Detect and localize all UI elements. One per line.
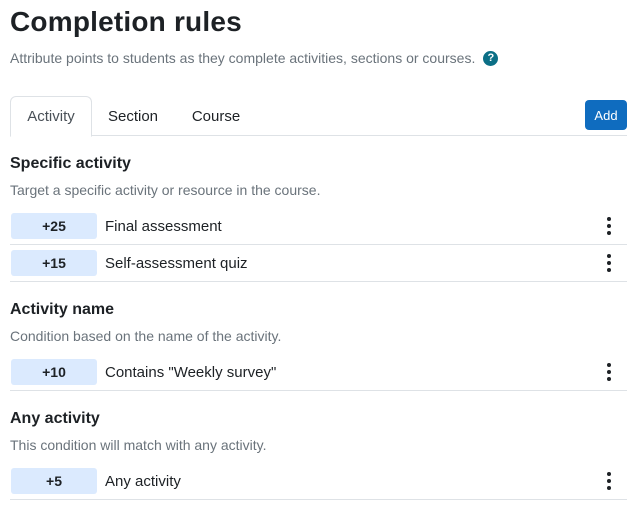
page-title: Completion rules — [10, 6, 242, 37]
rule-label: Final assessment — [105, 217, 222, 235]
kebab-menu-icon[interactable] — [605, 217, 613, 235]
rule-row-any-activity: +5 Any activity — [10, 463, 627, 500]
subtitle-text: Attribute points to students as they com… — [10, 50, 476, 66]
rule-label: Any activity — [105, 472, 181, 490]
group-title-specific-activity: Specific activity — [10, 155, 131, 172]
group-description-specific-activity: Target a specific activity or resource i… — [10, 182, 321, 198]
points-badge: +5 — [11, 468, 97, 494]
group-description-activity-name: Condition based on the name of the activ… — [10, 328, 282, 344]
rule-row-self-assessment-quiz: +15 Self-assessment quiz — [10, 245, 627, 282]
rule-label: Self-assessment quiz — [105, 254, 248, 272]
page-subtitle: Attribute points to students as they com… — [10, 50, 499, 66]
points-badge: +25 — [11, 213, 97, 239]
tab-course[interactable]: Course — [174, 96, 258, 136]
points-badge: +10 — [11, 359, 97, 385]
group-title-any-activity: Any activity — [10, 410, 100, 427]
kebab-menu-icon[interactable] — [605, 254, 613, 272]
rule-type-tabs: Activity Section Course — [10, 96, 627, 137]
add-rule-button[interactable]: Add — [585, 100, 627, 130]
points-badge: +15 — [11, 250, 97, 276]
tab-activity[interactable]: Activity — [10, 96, 92, 137]
kebab-menu-icon[interactable] — [605, 363, 613, 381]
group-title-activity-name: Activity name — [10, 301, 115, 318]
question-circle-icon[interactable]: ? — [483, 50, 499, 66]
rule-label: Contains "Weekly survey" — [105, 363, 277, 381]
group-description-any-activity: This condition will match with any activ… — [10, 437, 267, 453]
kebab-menu-icon[interactable] — [605, 472, 613, 490]
rule-row-weekly-survey: +10 Contains "Weekly survey" — [10, 354, 627, 391]
tab-section[interactable]: Section — [94, 96, 172, 136]
rule-row-final-assessment: +25 Final assessment — [10, 208, 627, 245]
